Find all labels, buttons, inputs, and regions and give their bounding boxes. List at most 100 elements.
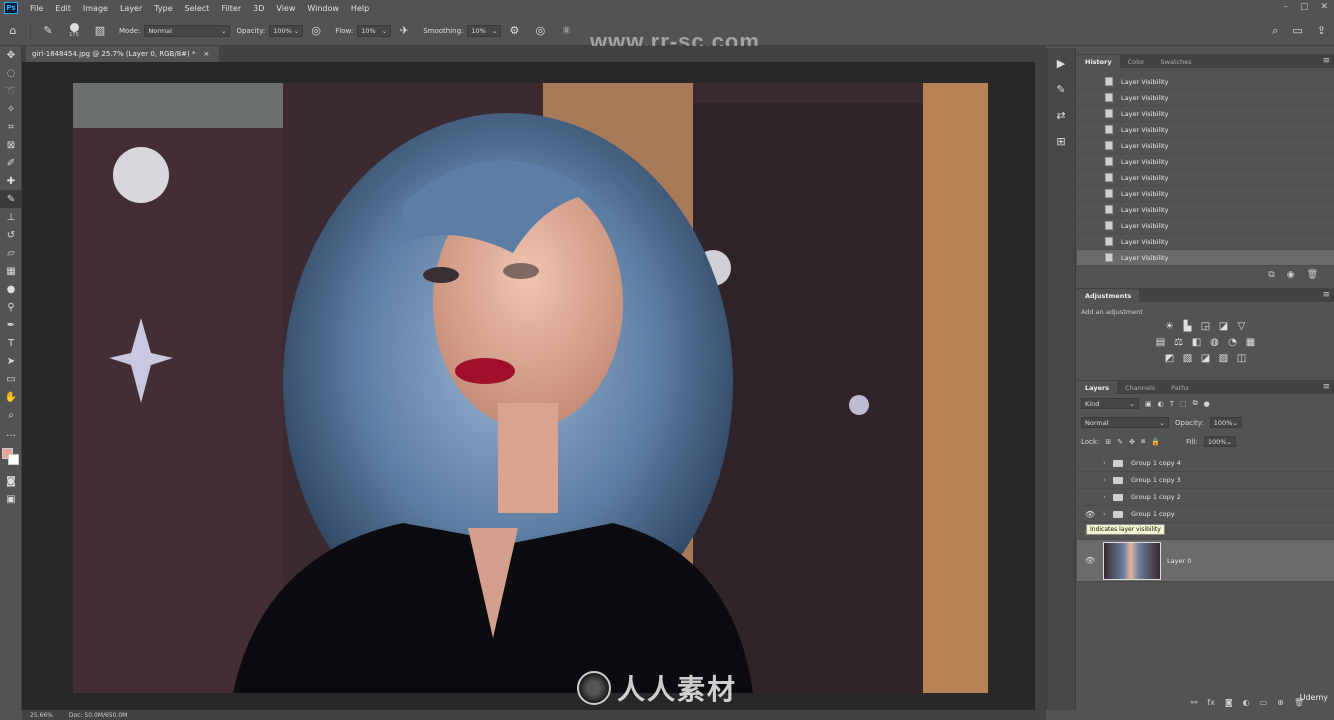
tab-swatches[interactable]: Swatches	[1153, 55, 1200, 68]
panel-menu-icon[interactable]: ≡	[1322, 56, 1330, 66]
vibrance-icon[interactable]: ▽	[1235, 320, 1248, 332]
stamp-tool-icon[interactable]: ⊥	[0, 208, 22, 226]
menu-3d[interactable]: 3D	[247, 4, 270, 13]
lock-pixels-icon[interactable]: ✎	[1117, 438, 1123, 446]
properties-panel-icon[interactable]: ⇄	[1047, 104, 1075, 126]
gradient-tool-icon[interactable]: ▦	[0, 262, 22, 280]
trash-icon[interactable]: 🗑	[1307, 270, 1318, 280]
threshold-icon[interactable]: ◪	[1199, 352, 1212, 364]
quick-select-tool-icon[interactable]: ✧	[0, 100, 22, 118]
workspace-icon[interactable]: ▭	[1292, 24, 1302, 38]
play-icon[interactable]: ▶	[1047, 52, 1075, 74]
filter-pixel-icon[interactable]: ▣	[1145, 400, 1152, 408]
symmetry-icon[interactable]: ⚛	[559, 24, 573, 38]
panel-menu-icon[interactable]: ≡	[1322, 382, 1330, 392]
history-row[interactable]: Layer Visibility	[1077, 250, 1334, 266]
tab-channels[interactable]: Channels	[1117, 381, 1163, 394]
frame-tool-icon[interactable]: ⊠	[0, 136, 22, 154]
menu-help[interactable]: Help	[345, 4, 375, 13]
document-tab[interactable]: girl-1848454.jpg @ 25.7% (Layer 0, RGB/8…	[26, 46, 220, 62]
tab-history[interactable]: History	[1077, 55, 1120, 68]
quick-mask-icon[interactable]: ◙	[0, 472, 22, 490]
chevron-right-icon[interactable]: ›	[1103, 476, 1113, 484]
brush-tool-icon[interactable]: ✎	[0, 190, 22, 208]
menu-filter[interactable]: Filter	[215, 4, 247, 13]
tab-color[interactable]: Color	[1120, 55, 1153, 68]
layer-row-group[interactable]: 👁 › Group 1 copy	[1077, 506, 1334, 523]
gear-icon[interactable]: ⚙	[507, 24, 521, 38]
minimize-button[interactable]: –	[1283, 2, 1288, 12]
curves-icon[interactable]: ◲	[1199, 320, 1212, 332]
blur-tool-icon[interactable]: ●	[0, 280, 22, 298]
eyedropper-tool-icon[interactable]: ✐	[0, 154, 22, 172]
history-row[interactable]: Layer Visibility	[1077, 202, 1334, 218]
history-row[interactable]: Layer Visibility	[1077, 138, 1334, 154]
layer-thumbnail[interactable]	[1103, 541, 1161, 580]
close-icon[interactable]: ×	[203, 50, 209, 58]
menu-layer[interactable]: Layer	[114, 4, 148, 13]
pressure-size-icon[interactable]: ◎	[533, 24, 547, 38]
layer-row-group[interactable]: › Group 1 copy 2	[1077, 489, 1334, 506]
filter-type-icon[interactable]: T	[1170, 400, 1174, 408]
document-image[interactable]	[73, 83, 988, 693]
panel-menu-icon[interactable]: ≡	[1322, 290, 1330, 300]
layer-name[interactable]: Group 1 copy	[1131, 510, 1175, 518]
color-swatches[interactable]	[0, 442, 22, 472]
filter-adjustment-icon[interactable]: ◐	[1158, 400, 1164, 408]
more-tools-icon[interactable]: …	[0, 424, 22, 442]
history-brush-source[interactable]	[1085, 223, 1091, 229]
menu-select[interactable]: Select	[179, 4, 216, 13]
zoom-level[interactable]: 25.66%	[30, 712, 53, 719]
history-row[interactable]: Layer Visibility	[1077, 106, 1334, 122]
levels-icon[interactable]: ▙	[1181, 320, 1194, 332]
pressure-opacity-icon[interactable]: ◎	[309, 24, 323, 38]
filter-smart-icon[interactable]: ⧉	[1193, 399, 1198, 408]
libraries-panel-icon[interactable]: ⊞	[1047, 130, 1075, 152]
history-row[interactable]: Layer Visibility	[1077, 170, 1334, 186]
history-row[interactable]: Layer Visibility	[1077, 186, 1334, 202]
canvas-scroll-gutter[interactable]	[1035, 62, 1046, 710]
lasso-tool-icon[interactable]: ➰	[0, 82, 22, 100]
chevron-right-icon[interactable]: ›	[1103, 459, 1113, 467]
shape-tool-icon[interactable]: ▭	[0, 370, 22, 388]
mode-select[interactable]: Normal ⌄	[144, 24, 231, 37]
history-row[interactable]: Layer Visibility	[1077, 218, 1334, 234]
camera-icon[interactable]: ◉	[1287, 270, 1295, 280]
marquee-tool-icon[interactable]: ◌	[0, 64, 22, 82]
eraser-tool-icon[interactable]: ▱	[0, 244, 22, 262]
lock-artboard-icon[interactable]: ⧈	[1141, 437, 1145, 446]
path-select-tool-icon[interactable]: ➤	[0, 352, 22, 370]
maximize-button[interactable]: ▢	[1300, 2, 1309, 12]
chevron-right-icon[interactable]: ›	[1103, 510, 1113, 518]
share-icon[interactable]: ⇪	[1317, 24, 1326, 38]
airbrush-icon[interactable]: ✈	[397, 24, 411, 38]
lock-position-icon[interactable]: ✥	[1129, 438, 1135, 446]
menu-view[interactable]: View	[270, 4, 301, 13]
history-brush-source[interactable]	[1085, 111, 1091, 117]
layer-opacity-select[interactable]: 100% ⌄	[1209, 417, 1242, 428]
pen-tool-icon[interactable]: ✒	[0, 316, 22, 334]
history-row[interactable]: Layer Visibility	[1077, 122, 1334, 138]
black-white-icon[interactable]: ◧	[1190, 336, 1203, 348]
crop-tool-icon[interactable]: ⌗	[0, 118, 22, 136]
filter-kind-select[interactable]: Kind ⌄	[1081, 398, 1139, 409]
eye-icon[interactable]: 👁	[1083, 556, 1097, 565]
tab-adjustments[interactable]: Adjustments	[1077, 289, 1140, 302]
dodge-tool-icon[interactable]: ⚲	[0, 298, 22, 316]
layer-style-icon[interactable]: fx	[1207, 698, 1215, 710]
brush-settings-panel-icon[interactable]: ✎	[1047, 78, 1075, 100]
layer-name[interactable]: Group 1 copy 4	[1131, 459, 1181, 467]
type-tool-icon[interactable]: T	[0, 334, 22, 352]
flow-select[interactable]: 10% ⌄	[357, 24, 392, 37]
search-icon[interactable]: ⌕	[1272, 24, 1278, 38]
zoom-tool-icon[interactable]: ⌕	[0, 406, 22, 424]
menu-file[interactable]: File	[24, 4, 49, 13]
color-balance-icon[interactable]: ⚖	[1172, 336, 1185, 348]
layer-name[interactable]: Group 1 copy 3	[1131, 476, 1181, 484]
hue-saturation-icon[interactable]: ▤	[1154, 336, 1167, 348]
link-layers-icon[interactable]: ⚯	[1191, 698, 1198, 710]
history-brush-source[interactable]	[1085, 175, 1091, 181]
history-brush-source[interactable]	[1085, 255, 1091, 261]
smoothing-select[interactable]: 10% ⌄	[467, 24, 502, 37]
history-brush-source[interactable]	[1085, 239, 1091, 245]
